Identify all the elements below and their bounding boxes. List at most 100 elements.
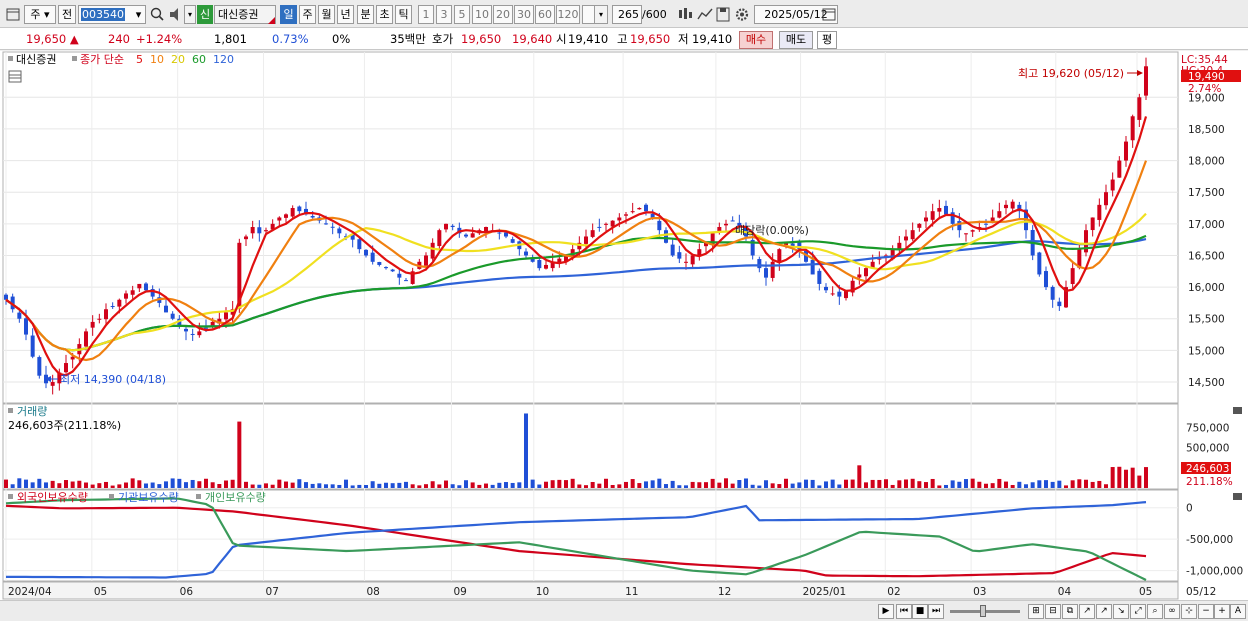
candle-body xyxy=(937,208,942,212)
volume-bar xyxy=(57,483,62,488)
sell-button[interactable]: 매도 xyxy=(779,31,813,49)
tab-year[interactable]: 년 xyxy=(337,5,354,24)
volume-value-label: 246,603주(211.18%) xyxy=(8,419,121,432)
candle-body xyxy=(770,261,775,278)
volume-panel-close-icon[interactable] xyxy=(1233,407,1242,414)
interval-1[interactable]: 1 xyxy=(418,5,434,24)
scroll-right-button[interactable]: ▶ xyxy=(878,604,894,619)
zoom-out-icon[interactable]: − xyxy=(1198,604,1214,619)
volume-bar xyxy=(584,485,588,488)
high-price: 19,650 xyxy=(630,32,671,46)
price-tick-label: 15,000 xyxy=(1188,345,1225,357)
flat-button[interactable]: 평 xyxy=(817,31,837,49)
window-tile-icon[interactable]: ⊞ xyxy=(1028,604,1044,619)
volume-bar xyxy=(997,478,1002,488)
volume-bar xyxy=(717,482,722,488)
volume-bar xyxy=(484,483,488,488)
candle-body xyxy=(524,251,528,256)
link-icon[interactable]: ∞ xyxy=(1164,604,1180,619)
tab-week[interactable]: 주 xyxy=(299,5,316,24)
search-icon[interactable] xyxy=(148,5,166,24)
volume-bar xyxy=(384,482,388,488)
gear-icon[interactable] xyxy=(733,5,751,24)
candle-body xyxy=(1057,301,1062,307)
volume-panel-frame xyxy=(2,403,1179,490)
period-type-select[interactable]: 주 ▾ xyxy=(24,5,56,24)
volume-bar xyxy=(784,478,788,488)
volume-layer xyxy=(4,413,1148,488)
volume-bar xyxy=(570,478,575,488)
calendar-icon[interactable] xyxy=(820,5,838,24)
quote-info-row: 19,650 ▲ 240 +1.24% 1,801 0.73% 0% 35백만 … xyxy=(0,28,1248,50)
candle-body xyxy=(90,321,95,328)
extend-line-icon[interactable]: ↘ xyxy=(1113,604,1129,619)
ray-line-icon[interactable]: ↗ xyxy=(1096,604,1112,619)
zoom-in-icon[interactable]: + xyxy=(1214,604,1230,619)
compare-chart-icon[interactable] xyxy=(696,5,714,24)
volume-bar xyxy=(90,484,95,488)
interval-10[interactable]: 10 xyxy=(472,5,492,24)
volume-bar xyxy=(137,480,142,488)
jump-start-button[interactable]: ⏮ xyxy=(896,604,912,619)
volume-bar xyxy=(637,483,642,488)
candle-body xyxy=(190,333,195,335)
volume-bar xyxy=(1117,466,1122,488)
fibo-icon[interactable]: ⤢ xyxy=(1130,604,1146,619)
candle-body xyxy=(1104,192,1108,206)
interval-120[interactable]: 120 xyxy=(556,5,580,24)
sound-dropdown[interactable]: ▾ xyxy=(184,5,196,24)
window-split-icon[interactable]: ⊟ xyxy=(1045,604,1061,619)
prev-button[interactable]: 전 xyxy=(58,5,76,24)
candle-body xyxy=(450,225,455,227)
candle-body xyxy=(24,318,28,335)
candle-body xyxy=(897,242,902,249)
volume-bar xyxy=(1004,481,1008,488)
candle-body xyxy=(337,228,342,234)
save-icon[interactable] xyxy=(714,5,732,24)
candle-body xyxy=(30,335,35,357)
volume-bar xyxy=(850,479,855,488)
speaker-icon[interactable] xyxy=(167,5,185,24)
holdings-panel-close-icon[interactable] xyxy=(1233,493,1242,500)
interval-30[interactable]: 30 xyxy=(514,5,534,24)
interval-20[interactable]: 20 xyxy=(493,5,513,24)
volume-bar xyxy=(17,478,22,488)
zoom-fit-icon[interactable]: ⌕ xyxy=(1147,604,1163,619)
interval-dropdown[interactable]: ▾ xyxy=(594,5,608,24)
tab-second[interactable]: 초 xyxy=(376,5,393,24)
crosshair-icon[interactable]: ⊹ xyxy=(1181,604,1197,619)
price-tick-label: 16,500 xyxy=(1188,250,1225,262)
tab-minute[interactable]: 분 xyxy=(357,5,374,24)
interval-60[interactable]: 60 xyxy=(535,5,555,24)
price-chart-svg[interactable]: 19,00018,50018,00017,50017,00016,50016,0… xyxy=(0,51,1248,601)
volume-bar xyxy=(504,482,508,488)
price-tick-label: 15,500 xyxy=(1188,314,1225,326)
volume-bar xyxy=(524,413,528,488)
candle-body xyxy=(324,223,328,225)
volume-bar xyxy=(250,484,255,488)
code-dropdown-button[interactable]: ▾ xyxy=(132,5,146,24)
tab-day[interactable]: 일 xyxy=(280,5,297,24)
tab-month[interactable]: 월 xyxy=(318,5,335,24)
jump-end-button[interactable]: ⏭ xyxy=(928,604,944,619)
zoom-slider-handle[interactable] xyxy=(980,605,986,617)
interval-5[interactable]: 5 xyxy=(454,5,470,24)
candle-body xyxy=(984,223,988,225)
window-icon[interactable] xyxy=(4,5,22,24)
stop-button[interactable]: ■ xyxy=(912,604,928,619)
tab-tick[interactable]: 틱 xyxy=(395,5,412,24)
candle-settings-icon[interactable] xyxy=(676,5,694,24)
buy-button[interactable]: 매수 xyxy=(739,31,773,49)
count-input[interactable]: 265 xyxy=(612,5,642,24)
grid-toggle-icon[interactable] xyxy=(8,70,22,83)
volume-bar xyxy=(904,479,908,488)
window-stack-icon[interactable]: ⧉ xyxy=(1062,604,1078,619)
volume-bar xyxy=(977,481,982,488)
volume-bar xyxy=(777,484,782,488)
trend-line-icon[interactable]: ↗ xyxy=(1079,604,1095,619)
interval-3[interactable]: 3 xyxy=(436,5,452,24)
chart-area[interactable]: 19,000 18,500 18,000 17,500 17,000 16,500 16,0… xyxy=(0,51,1248,601)
text-tool-icon[interactable]: A xyxy=(1230,604,1246,619)
volume-bar xyxy=(170,478,175,488)
candle-body xyxy=(837,291,842,297)
